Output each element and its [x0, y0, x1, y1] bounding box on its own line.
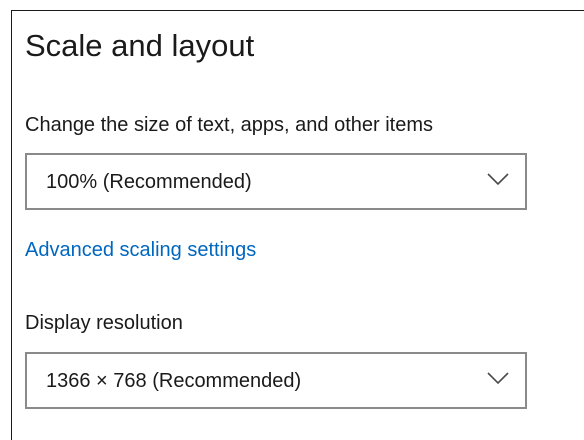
advanced-scaling-link[interactable]: Advanced scaling settings [25, 236, 256, 264]
chevron-down-icon [487, 372, 509, 385]
scale-dropdown[interactable]: 100% (Recommended) [25, 153, 527, 210]
scale-dropdown-value: 100% (Recommended) [46, 171, 252, 193]
chevron-down-icon [487, 173, 509, 186]
resolution-dropdown-value: 1366 × 768 (Recommended) [46, 370, 302, 392]
section-title: Scale and layout [25, 28, 255, 63]
resolution-label: Display resolution [25, 312, 183, 334]
scale-label: Change the size of text, apps, and other… [25, 114, 434, 136]
resolution-dropdown[interactable]: 1366 × 768 (Recommended) [25, 352, 527, 409]
